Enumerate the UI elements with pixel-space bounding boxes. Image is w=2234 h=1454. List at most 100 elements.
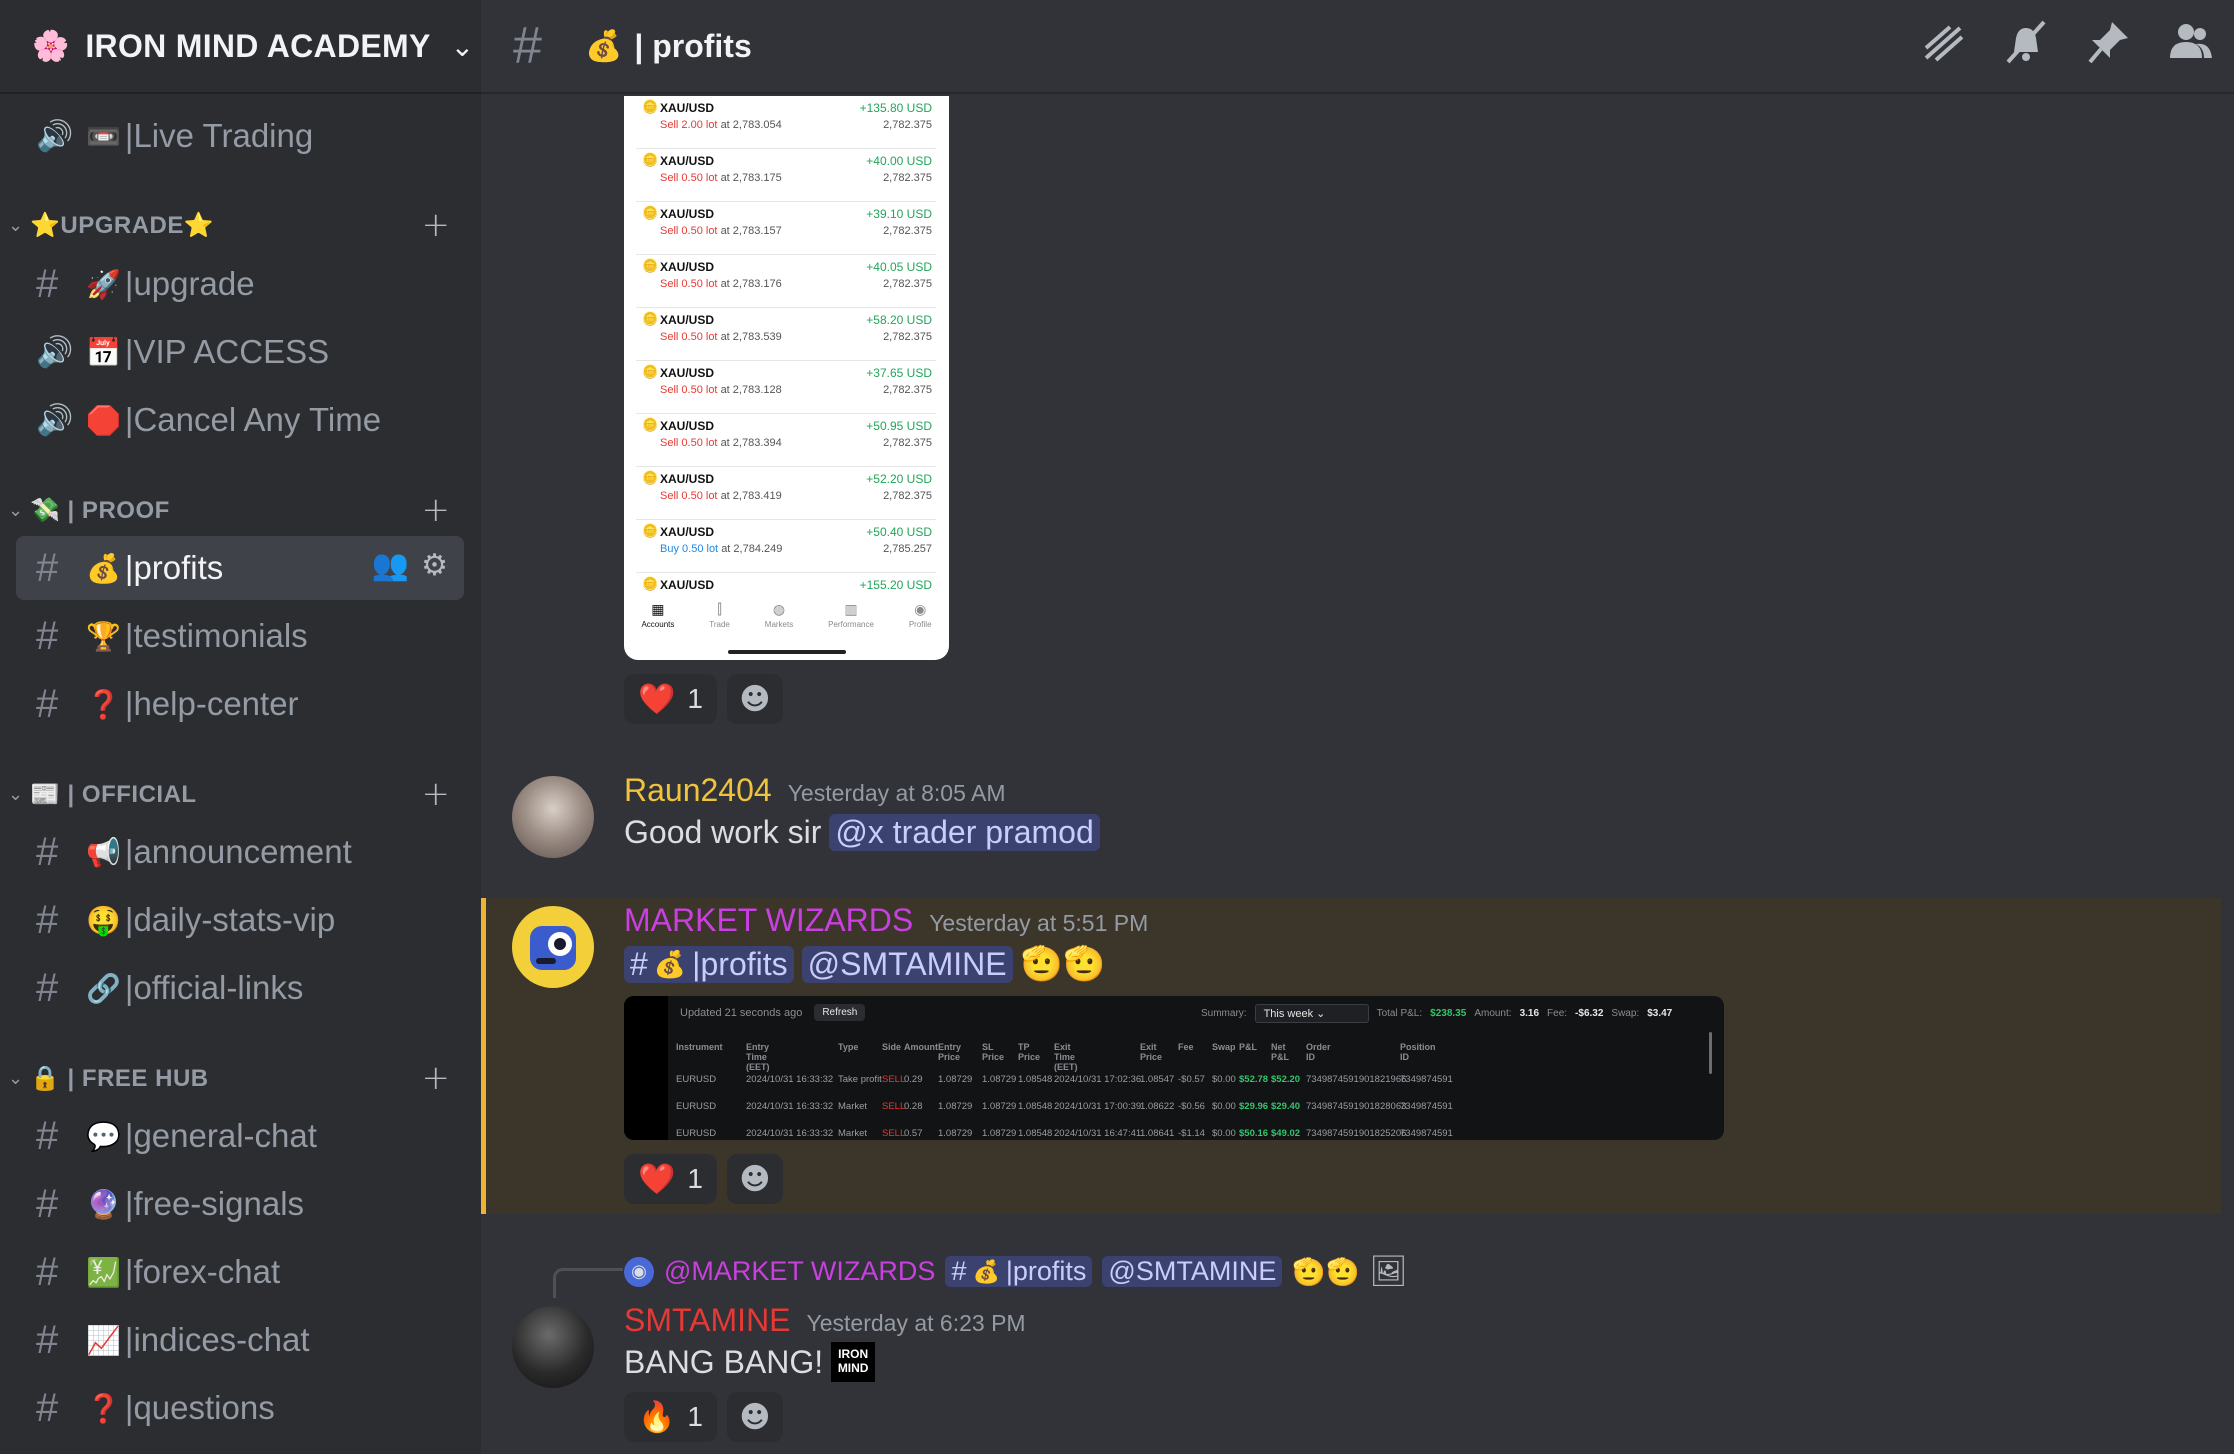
trade-open-price: at 2,783.175: [721, 172, 782, 184]
smiley-icon: ☻: [739, 1162, 770, 1197]
column-header: Instrument: [676, 1042, 723, 1052]
trade-detail: Sell 2.00 lot at 2,783.054: [660, 119, 782, 131]
channel-profits[interactable]: # 💰 |profits 👥 ⚙: [16, 536, 464, 600]
user-mention: @SMTAMINE: [1102, 1256, 1282, 1287]
server-header[interactable]: 🌸 IRON MIND ACADEMY ⌄: [0, 0, 481, 94]
cell-exit-price: 1.08622: [1140, 1101, 1174, 1112]
channel-questions[interactable]: # ❓ |questions: [16, 1376, 464, 1440]
trade-screenshot-attachment[interactable]: 🪙 XAU/USD +135.80 USD Sell 2.00 lot at 2…: [624, 96, 949, 660]
trade-history-screenshot[interactable]: Updated 21 seconds ago Refresh Summary: …: [624, 996, 1724, 1140]
channel-indices-chat[interactable]: # 📈 |indices-chat: [16, 1308, 464, 1372]
total-pl-label: Total P&L:: [1377, 1008, 1423, 1019]
category-official[interactable]: ⌄ 📰 | OFFICIAL +: [8, 774, 468, 814]
channel-upgrade[interactable]: # 🚀 |upgrade: [16, 252, 464, 316]
add-channel-icon[interactable]: +: [422, 1058, 451, 1098]
cell-position-id: 7349874591: [1400, 1128, 1453, 1139]
text-channel-icon: #: [36, 262, 86, 307]
cell-amount: 0.29: [904, 1074, 923, 1085]
column-header: Entry Price: [938, 1042, 961, 1062]
channel-label: |free-signals: [125, 1185, 304, 1223]
chevron-down-icon: ⌄: [451, 30, 474, 63]
member-list-icon[interactable]: [2166, 18, 2214, 77]
trade-pl: +39.10 USD: [866, 207, 932, 221]
trade-open-price: at 2,783.419: [721, 490, 782, 502]
add-reaction-button[interactable]: ☻: [727, 1154, 783, 1204]
channel-testimonials[interactable]: # 🏆 |testimonials: [16, 604, 464, 668]
reaction-heart[interactable]: ❤️ 1: [624, 1154, 717, 1204]
cell-net-pl: $52.20: [1271, 1074, 1300, 1085]
text-channel-icon: #: [36, 1182, 86, 1227]
reaction-fire[interactable]: 🔥 1: [624, 1392, 717, 1442]
channel-forex-chat[interactable]: # 💹 |forex-chat: [16, 1240, 464, 1304]
trade-symbol: XAU/USD: [660, 578, 714, 592]
cell-type: Market: [838, 1101, 867, 1112]
channel-help-center[interactable]: # ❓ |help-center: [16, 672, 464, 736]
trade-lot: 0.50 lot: [681, 437, 717, 449]
channel-mention[interactable]: # 💰 |profits: [624, 946, 794, 983]
trade-lot: 0.50 lot: [681, 384, 717, 396]
cell-entry-time: 2024/10/31 16:33:32: [746, 1074, 833, 1085]
add-channel-icon[interactable]: +: [422, 490, 451, 530]
username[interactable]: Raun2404: [624, 772, 772, 809]
cell-position-id: 7349874591: [1400, 1074, 1453, 1085]
reply-username: @MARKET WIZARDS: [664, 1256, 935, 1287]
channel-daily-stats-vip[interactable]: # 🤑 |daily-stats-vip: [16, 888, 464, 952]
channel-vip-access[interactable]: 🔊 📅 |VIP ACCESS: [16, 320, 464, 384]
category-upgrade[interactable]: ⌄ ⭐UPGRADE⭐ +: [8, 205, 468, 245]
invite-people-icon[interactable]: 👥: [372, 548, 409, 583]
channel-label: |testimonials: [125, 617, 308, 655]
channel-label: |daily-stats-vip: [125, 901, 335, 939]
threads-icon[interactable]: [1920, 18, 1968, 77]
fee-label: Fee:: [1547, 1008, 1567, 1019]
username[interactable]: SMTAMINE: [624, 1302, 791, 1339]
heart-icon: ❤️: [638, 1162, 675, 1197]
mute-notifications-icon[interactable]: [2002, 18, 2050, 77]
channel-emoji: 📢: [86, 836, 121, 869]
add-reaction-button[interactable]: ☻: [727, 674, 783, 724]
text-channel-icon: #: [36, 1114, 86, 1159]
column-header: P&L: [1239, 1042, 1257, 1052]
amount-value: 3.16: [1520, 1008, 1539, 1019]
home-indicator: [728, 650, 846, 654]
channel-official-links[interactable]: # 🔗 |official-links: [16, 956, 464, 1020]
reaction-count: 1: [687, 683, 703, 715]
user-mention[interactable]: @SMTAMINE: [802, 946, 1013, 983]
channel-free-signals[interactable]: # 🔮 |free-signals: [16, 1172, 464, 1236]
category-proof[interactable]: ⌄ 💸 | PROOF +: [8, 490, 468, 530]
trade-pl: +155.20 USD: [860, 578, 932, 592]
cell-entry-price: 1.08729: [938, 1074, 972, 1085]
category-label: ⭐UPGRADE⭐: [30, 211, 214, 240]
trade-lot: 0.50 lot: [681, 225, 717, 237]
reply-preview[interactable]: ◉ @MARKET WIZARDS # 💰 |profits @SMTAMINE…: [624, 1254, 1408, 1289]
profile-icon: ◉: [914, 601, 926, 618]
channel-announcement[interactable]: # 📢 |announcement: [16, 820, 464, 884]
trade-side: Sell: [660, 384, 678, 396]
cell-side: SELL: [882, 1101, 905, 1112]
scrollbar: [1709, 1032, 1712, 1074]
trade-open-price: at 2,783.539: [721, 331, 782, 343]
reaction-heart[interactable]: ❤️ 1: [624, 674, 717, 724]
category-free-hub[interactable]: ⌄ 🔒 | FREE HUB +: [8, 1058, 468, 1098]
channel-general-chat[interactable]: # 💬 |general-chat: [16, 1104, 464, 1168]
avatar[interactable]: [512, 906, 594, 988]
gear-icon[interactable]: ⚙: [421, 548, 448, 583]
avatar[interactable]: [512, 776, 594, 858]
trade-price: 2,782.375: [883, 278, 932, 290]
channel-cancel-any-time[interactable]: 🔊 🛑 |Cancel Any Time: [16, 388, 464, 452]
text-channel-icon: #: [36, 682, 86, 727]
message-header: Raun2404 Yesterday at 8:05 AM: [624, 772, 1005, 809]
add-reaction-button[interactable]: ☻: [727, 1392, 783, 1442]
cell-fee: -$1.14: [1178, 1128, 1205, 1139]
add-channel-icon[interactable]: +: [422, 774, 451, 814]
cell-net-pl: $49.02: [1271, 1128, 1300, 1139]
channel-live-trading[interactable]: 🔊 📼 |Live Trading: [16, 104, 464, 168]
trade-row: 🪙 XAU/USD +52.20 USD Sell 0.50 lot at 2,…: [636, 467, 936, 520]
avatar[interactable]: [512, 1306, 594, 1388]
add-channel-icon[interactable]: +: [422, 205, 451, 245]
screenshot-side-strip: [624, 996, 668, 1140]
username[interactable]: MARKET WIZARDS: [624, 902, 913, 939]
pinned-messages-icon[interactable]: [2084, 18, 2132, 77]
chevron-down-icon: ⌄: [8, 215, 30, 236]
trade-symbol: XAU/USD: [660, 313, 714, 327]
user-mention[interactable]: @x trader pramod: [829, 814, 1099, 851]
